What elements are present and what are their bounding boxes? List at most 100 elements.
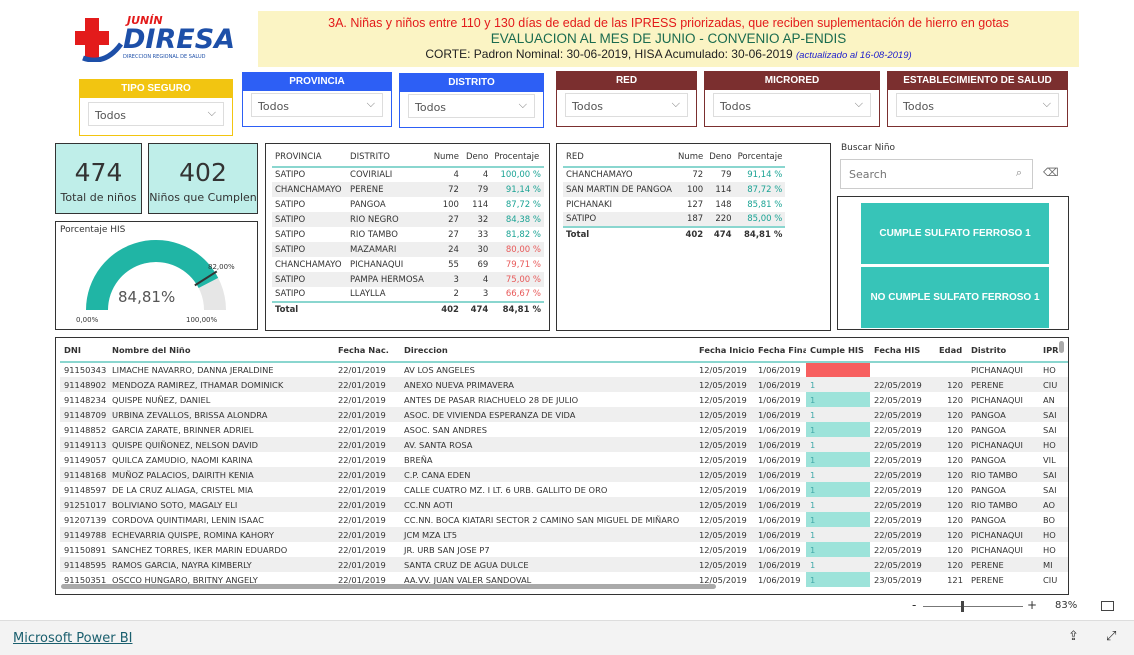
column-header[interactable]: Edad — [935, 338, 967, 362]
power-bi-link[interactable]: Microsoft Power BI — [13, 631, 132, 646]
column-header[interactable]: IPR — [1039, 338, 1068, 362]
table-cell: 120 — [935, 377, 967, 392]
column-header[interactable]: Cumple HIS — [806, 338, 870, 362]
horizontal-scrollbar[interactable] — [61, 584, 716, 589]
table-row[interactable]: SATIPO PAMPA HERMOSA 3 4 75,00 % — [272, 272, 544, 287]
search-icon: ⌕ — [1015, 166, 1022, 179]
table-cell: QUISPE NUÑEZ, DANIEL — [112, 394, 211, 405]
table-row[interactable]: 91150891 SANCHEZ TORRES, IKER MARIN EDUAR… — [60, 542, 1068, 557]
eraser-icon[interactable]: ⌫ — [1043, 166, 1059, 179]
col-porcentaje[interactable]: Procentaje — [491, 147, 544, 167]
col-nume[interactable]: Nume — [430, 147, 462, 167]
table-cell: ASOC. SAN ANDRES — [404, 424, 488, 435]
zoom-slider[interactable] — [923, 601, 1023, 612]
search-box[interactable]: ⌕ — [840, 159, 1033, 189]
table-cell: 120 — [935, 557, 967, 572]
fullscreen-icon[interactable]: ⤢ — [1106, 629, 1116, 644]
table-row[interactable]: CHANCHAMAYO PERENE 72 79 91,14 % — [272, 182, 544, 197]
column-header[interactable]: Direccion — [400, 338, 695, 362]
chevron-down-icon: ⌵ — [207, 106, 216, 119]
table-cell: CORDOVA QUINTIMARI, LENIN ISAAC — [112, 514, 264, 525]
tipo-seguro-dropdown[interactable]: Todos ⌵ — [88, 102, 224, 126]
table-row[interactable]: 91207139 CORDOVA QUINTIMARI, LENIN ISAAC 2… — [60, 512, 1068, 527]
distrito-dropdown[interactable]: Todos ⌵ — [408, 94, 535, 118]
table-row[interactable]: 91148597 DE LA CRUZ ALIAGA, CRISTEL MIA 22… — [60, 482, 1068, 497]
share-icon[interactable]: ⇪ — [1068, 629, 1079, 644]
zoom-slider-thumb[interactable] — [961, 601, 964, 612]
card-value: 402 — [179, 158, 227, 187]
cumple-button[interactable]: CUMPLE SULFATO FERROSO 1 — [861, 203, 1049, 264]
col-provincia[interactable]: PROVINCIA — [272, 147, 347, 167]
col-porcentaje[interactable]: Porcentaje — [735, 147, 786, 167]
table-row[interactable]: 91148234 QUISPE NUÑEZ, DANIEL 22/01/2019 AN… — [60, 392, 1068, 407]
red-dropdown[interactable]: Todos ⌵ — [565, 93, 688, 117]
table-cell: SAI — [1039, 467, 1068, 482]
table-row[interactable]: 91149788 ECHEVARRIA QUISPE, ROMINA KAHORY… — [60, 527, 1068, 542]
microred-dropdown[interactable]: Todos ⌵ — [713, 93, 871, 117]
table-row[interactable]: CHANCHAMAYO PICHANAQUI 55 69 79,71 % — [272, 257, 544, 272]
table-row[interactable]: 91150343 LIMACHE NAVARRO, DANNA JERALDINE… — [60, 362, 1068, 377]
col-nume[interactable]: Nume — [675, 147, 706, 167]
table-row[interactable]: 91148902 MENDOZA RAMIREZ, ITHAMAR DOMINIC… — [60, 377, 1068, 392]
table-cell: CIU — [1043, 574, 1058, 585]
table-cell: QUISPE QUIÑONEZ, NELSON DAVID — [108, 437, 334, 452]
table-row[interactable]: SATIPO 187 220 85,00 % — [563, 212, 786, 227]
table-cell: 12/05/2019 — [695, 377, 754, 392]
table-row[interactable]: PICHANAKI 127 148 85,81 % — [563, 197, 785, 212]
column-header[interactable]: Fecha Final — [754, 338, 806, 362]
table-cell: ASOC. DE VIVIENDA ESPERANZA DE VIDA — [400, 407, 695, 422]
table-cell: AV LOS ANGELES — [404, 365, 475, 375]
column-header[interactable]: Fecha Nac. — [334, 338, 400, 362]
column-header[interactable]: Fecha Inicio — [695, 338, 754, 362]
column-header[interactable]: Fecha HIS — [870, 338, 935, 362]
table-row[interactable]: SATIPO RIO TAMBO 27 33 81,82 % — [272, 227, 544, 242]
column-header[interactable]: DNI — [60, 338, 108, 362]
table-row[interactable]: 91148595 RAMOS GARCIA, NAYRA KIMBERLY 22/0… — [60, 557, 1068, 572]
table-row[interactable]: SATIPO RIO NEGRO 27 32 84,38 % — [272, 212, 544, 227]
table-row[interactable]: 91251017 BOLIVIANO SOTO, MAGALY ELI 22/01/… — [60, 497, 1068, 512]
table-cell: 114 — [706, 182, 735, 197]
search-input[interactable] — [841, 160, 1001, 188]
table-cell: BREÑA — [404, 454, 433, 465]
fit-to-page-icon[interactable] — [1101, 601, 1114, 611]
table-row[interactable]: 91149057 QUILCA ZAMUDIO, NAOMI KARINA 22/0… — [60, 452, 1068, 467]
total-cell: 402 — [685, 230, 704, 240]
table-row[interactable]: SATIPO COVIRIALI 4 4 100,00 % — [272, 167, 544, 182]
table-row[interactable]: 91149113 QUISPE QUIÑONEZ, NELSON DAVID 22/… — [60, 437, 1068, 452]
table-cell: 22/05/2019 — [870, 407, 935, 422]
table-cell: 91148902 — [60, 377, 108, 392]
col-deno[interactable]: Deno — [462, 147, 491, 167]
column-header[interactable]: Distrito — [967, 338, 1039, 362]
table-cell: 121 — [947, 574, 963, 585]
table-cell: 91148597 — [64, 484, 107, 495]
table-row[interactable]: SAN MARTIN DE PANGOA 100 114 87,72 % — [563, 182, 786, 197]
table-row[interactable]: SATIPO PANGOA 100 114 87,72 % — [272, 197, 544, 212]
table-cell: 22/01/2019 — [338, 394, 386, 405]
table-cell: 114 — [472, 199, 489, 210]
cumple-his-cell: 1 — [806, 527, 870, 542]
table-row[interactable]: SATIPO LLAYLLA 2 3 66,67 % — [272, 287, 544, 302]
col-deno[interactable]: Deno — [706, 147, 734, 167]
provincia-dropdown[interactable]: Todos ⌵ — [251, 93, 383, 117]
card-value: 474 — [74, 158, 123, 187]
zoom-out-button[interactable]: - — [912, 598, 916, 612]
table-cell: SATIPO — [275, 170, 306, 180]
table-cell: PERENE — [971, 574, 1004, 585]
table-row[interactable]: 91148709 URBINA ZEVALLOS, BRISSA ALONDRA 2… — [60, 407, 1068, 422]
col-distrito[interactable]: DISTRITO — [347, 147, 430, 167]
zoom-in-button[interactable]: + — [1027, 598, 1037, 612]
no-cumple-button[interactable]: NO CUMPLE SULFATO FERROSO 1 — [861, 267, 1049, 328]
table-row[interactable]: 91148852 GARCIA ZARATE, BRINNER ADRIEL 22/… — [60, 422, 1068, 437]
table-row[interactable]: CHANCHAMAYO 72 79 91,14 % — [563, 167, 785, 182]
table-cell: PANGOA — [971, 424, 1006, 435]
vertical-scrollbar[interactable] — [1059, 341, 1064, 353]
table-row[interactable]: 91148168 MUÑOZ PALACIOS, DAIRITH KENIA 22/… — [60, 467, 1068, 482]
column-header[interactable]: Nombre del Niño — [108, 338, 334, 362]
col-red[interactable]: RED — [563, 147, 675, 167]
gauge-porcentaje-his: Porcentaje HIS 84,81% 0,00% 100,00% 82,0… — [55, 221, 258, 330]
table-cell: 91207139 — [64, 514, 107, 525]
table-cell: 12/05/2019 — [695, 497, 754, 512]
table-row[interactable]: SATIPO MAZAMARI 24 30 80,00 % — [272, 242, 544, 257]
establecimiento-dropdown[interactable]: Todos ⌵ — [896, 93, 1059, 117]
total-cell: 84,81 % — [502, 305, 541, 315]
